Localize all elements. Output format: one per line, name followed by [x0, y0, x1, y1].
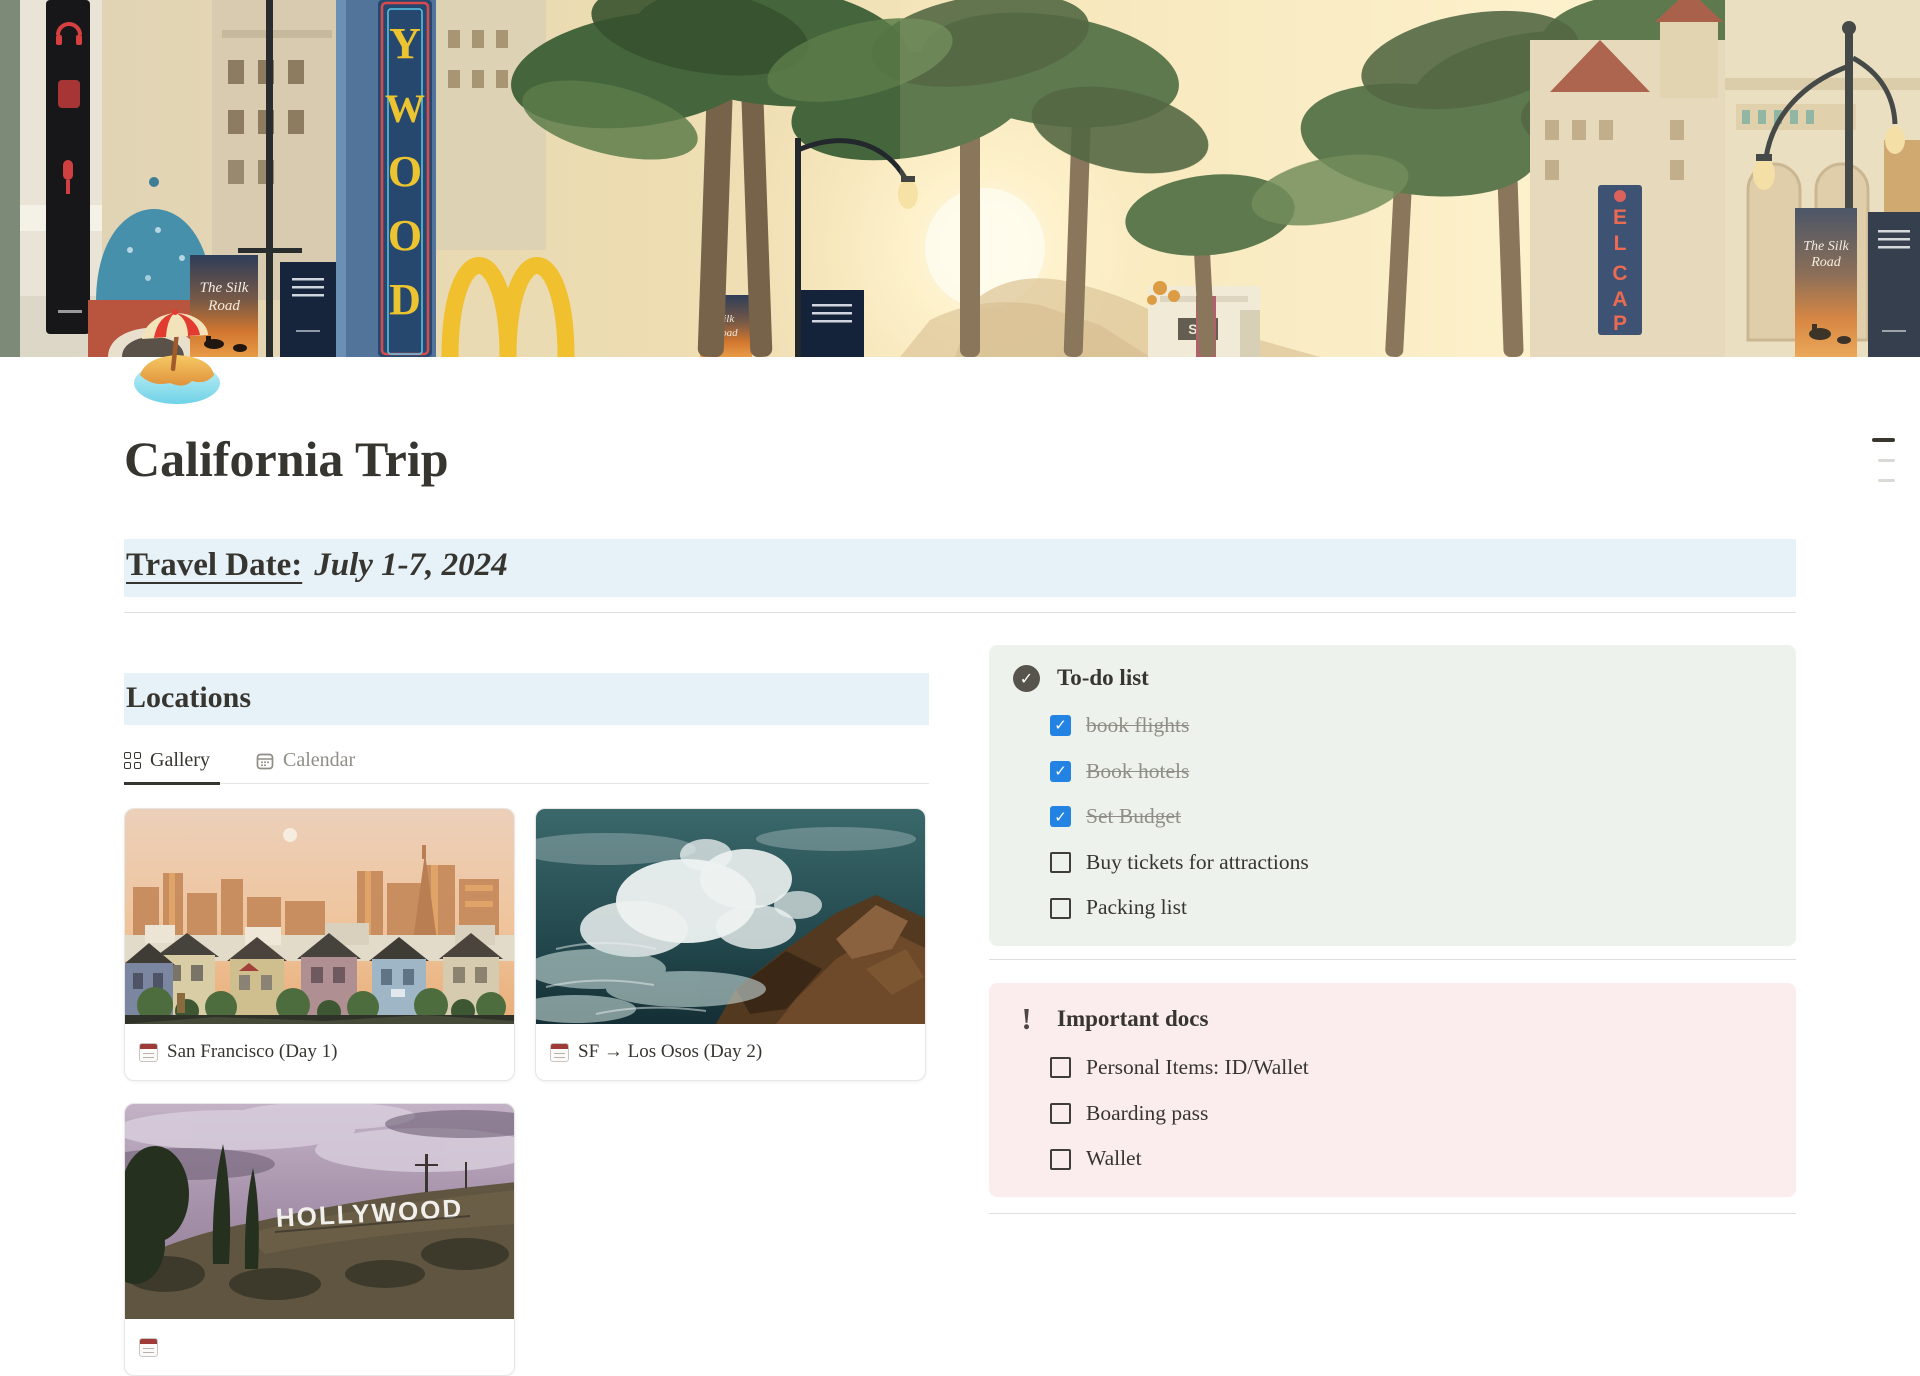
- spiral-calendar-emoji: [139, 1043, 158, 1062]
- checkbox-checked[interactable]: ✓: [1050, 715, 1071, 736]
- docs-item: Boarding pass: [1050, 1102, 1772, 1126]
- todo-list-title: To-do list: [1057, 665, 1149, 691]
- todo-item-label: Book hotels: [1086, 760, 1189, 784]
- svg-text:Y: Y: [389, 19, 421, 68]
- divider: [989, 959, 1796, 960]
- todo-item: Buy tickets for attractions: [1050, 851, 1772, 875]
- calendar-view-icon: [256, 752, 274, 770]
- svg-text:O: O: [388, 211, 422, 260]
- right-column: ✓ To-do list ✓ book flights ✓ Book hotel…: [989, 645, 1796, 1376]
- checkbox-unchecked[interactable]: [1050, 1057, 1071, 1078]
- divider: [124, 612, 1796, 613]
- travel-date-heading[interactable]: Travel Date: July 1-7, 2024: [124, 539, 1796, 597]
- san-francisco-card-image: [125, 809, 514, 1024]
- todo-item: Packing list: [1050, 896, 1772, 920]
- database-view-tabs: Gallery Calendar: [124, 745, 929, 784]
- todo-item-label: Buy tickets for attractions: [1086, 851, 1309, 875]
- check-circle-icon: ✓: [1013, 665, 1040, 692]
- checkbox-unchecked[interactable]: [1050, 898, 1071, 919]
- page-icon-beach-umbrella-emoji[interactable]: [126, 305, 228, 407]
- checkbox-unchecked[interactable]: [1050, 1149, 1071, 1170]
- spiral-calendar-emoji: [550, 1043, 569, 1062]
- spiral-calendar-emoji: [139, 1338, 158, 1357]
- tab-calendar[interactable]: Calendar: [256, 745, 365, 783]
- svg-text:The Silk: The Silk: [200, 280, 249, 296]
- card-caption: SF → Los Osos (Day 2): [536, 1024, 925, 1081]
- todo-list-header: ✓ To-do list: [1013, 665, 1772, 692]
- travel-date-label: Travel Date:: [126, 547, 302, 583]
- tab-gallery-label: Gallery: [150, 749, 210, 772]
- card-caption: San Francisco (Day 1): [125, 1024, 514, 1081]
- hollywood-card-image: HOLLYWOOD: [125, 1104, 514, 1319]
- gallery-view-icon: [124, 752, 141, 769]
- docs-item-label: Wallet: [1086, 1147, 1142, 1171]
- waves-card-image: [536, 809, 925, 1024]
- checkbox-unchecked[interactable]: [1050, 1103, 1071, 1124]
- hollywood-boulevard-cover-art: SH The Silk Road: [0, 0, 1920, 357]
- svg-text:O: O: [388, 147, 422, 196]
- important-docs-title: Important docs: [1057, 1006, 1208, 1032]
- todo-list-callout: ✓ To-do list ✓ book flights ✓ Book hotel…: [989, 645, 1796, 946]
- toc-bar-active[interactable]: [1872, 438, 1895, 442]
- gallery-card-sf-los-osos[interactable]: SF → Los Osos (Day 2): [535, 808, 926, 1081]
- docs-item-label: Personal Items: ID/Wallet: [1086, 1056, 1309, 1080]
- page-title[interactable]: California Trip: [124, 429, 1796, 489]
- toc-bar[interactable]: [1878, 459, 1895, 462]
- gallery-card-san-francisco[interactable]: San Francisco (Day 1): [124, 808, 515, 1081]
- important-docs-callout: ! Important docs Personal Items: ID/Wall…: [989, 983, 1796, 1197]
- checkbox-checked[interactable]: ✓: [1050, 806, 1071, 827]
- page-cover-image: SH The Silk Road: [0, 0, 1920, 357]
- checkbox-checked[interactable]: ✓: [1050, 761, 1071, 782]
- todo-item: ✓ Book hotels: [1050, 760, 1772, 784]
- todo-item: ✓ book flights: [1050, 714, 1772, 738]
- docs-item-label: Boarding pass: [1086, 1102, 1208, 1126]
- page-body: California Trip Travel Date: July 1-7, 20…: [0, 305, 1920, 1376]
- todo-item: ✓ Set Budget: [1050, 805, 1772, 829]
- locations-heading[interactable]: Locations: [124, 673, 929, 725]
- toc-bar[interactable]: [1878, 479, 1895, 482]
- svg-text:W: W: [385, 86, 425, 131]
- table-of-contents-indicator[interactable]: [1872, 438, 1895, 482]
- tab-gallery[interactable]: Gallery: [124, 745, 220, 785]
- todo-item-label: Packing list: [1086, 896, 1187, 920]
- two-column-layout: Locations Gallery Calendar: [124, 645, 1796, 1376]
- divider: [989, 1213, 1796, 1214]
- card-caption: [125, 1319, 514, 1376]
- tab-calendar-label: Calendar: [283, 749, 355, 772]
- todo-item-label: Set Budget: [1086, 805, 1181, 829]
- exclamation-mark-icon: !: [1013, 1003, 1040, 1034]
- card-title: SF → Los Osos (Day 2): [578, 1041, 762, 1063]
- checkbox-unchecked[interactable]: [1050, 852, 1071, 873]
- left-column: Locations Gallery Calendar: [124, 645, 929, 1376]
- travel-date-value: July 1-7, 2024: [314, 547, 507, 583]
- gallery-card-hollywood[interactable]: HOLLYWOOD: [124, 1103, 515, 1376]
- gallery-card-grid: San Francisco (Day 1): [124, 808, 929, 1376]
- important-docs-header: ! Important docs: [1013, 1003, 1772, 1034]
- card-title: San Francisco (Day 1): [167, 1041, 337, 1063]
- todo-item-label: book flights: [1086, 714, 1189, 738]
- docs-item: Wallet: [1050, 1147, 1772, 1171]
- docs-item: Personal Items: ID/Wallet: [1050, 1056, 1772, 1080]
